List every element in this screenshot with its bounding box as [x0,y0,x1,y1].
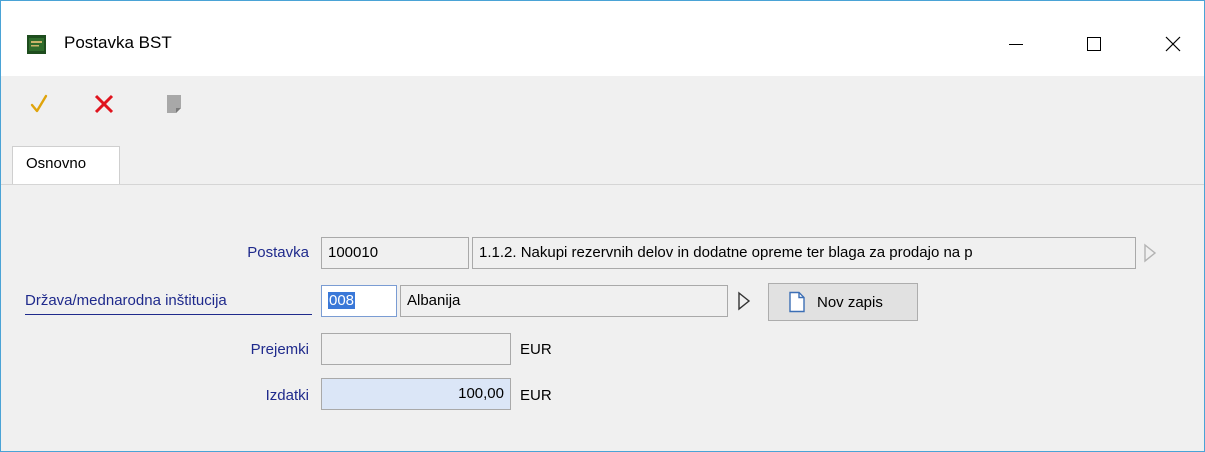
title-bar: Postavka BST [1,1,1204,76]
cancel-button[interactable] [90,90,118,118]
form-panel [1,185,1204,451]
prejemki-unit: EUR [520,341,552,358]
maximize-icon [1087,37,1101,51]
izdatki-unit: EUR [520,387,552,404]
prejemki-field[interactable] [321,333,511,365]
new-document-icon [789,291,805,313]
dialog-window: Postavka BST Osnovno Postavka 100010 1.1… [0,0,1205,452]
new-record-button[interactable]: Nov zapis [768,283,918,321]
tab-label: Osnovno [26,155,87,172]
drzava-lookup-arrow-icon[interactable] [737,291,751,311]
drzava-name-field[interactable]: Albanija [400,285,728,317]
window-title: Postavka BST [64,33,172,52]
confirm-button[interactable] [25,90,53,118]
drzava-label[interactable]: Država/mednarodna inštitucija [25,292,227,309]
prejemki-label: Prejemki [250,341,309,358]
tab-osnovno[interactable]: Osnovno [12,146,120,184]
postavka-lookup-arrow-icon[interactable] [1143,243,1157,263]
app-icon [27,35,46,54]
postavka-label: Postavka [247,244,309,261]
close-button[interactable] [1151,27,1195,61]
drzava-code-field[interactable]: 008 [321,285,397,317]
postavka-description-field[interactable]: 1.1.2. Nakupi rezervnih delov in dodatne… [472,237,1136,269]
maximize-button[interactable] [1072,27,1116,61]
postavka-code-field[interactable]: 100010 [321,237,469,269]
document-icon [167,95,181,113]
x-icon [94,94,114,114]
drzava-label-underline [25,314,312,315]
izdatki-label: Izdatki [265,387,309,404]
drzava-code-selection: 008 [328,292,356,309]
minimize-icon [1009,44,1023,45]
note-button[interactable] [160,90,188,118]
new-record-label: Nov zapis [817,293,883,311]
minimize-button[interactable] [994,27,1038,61]
checkmark-icon [30,94,48,113]
izdatki-field[interactable]: 100,00 [321,378,511,410]
toolbar [1,76,1204,136]
close-icon [1165,36,1181,52]
tab-strip: Osnovno [1,136,1204,185]
